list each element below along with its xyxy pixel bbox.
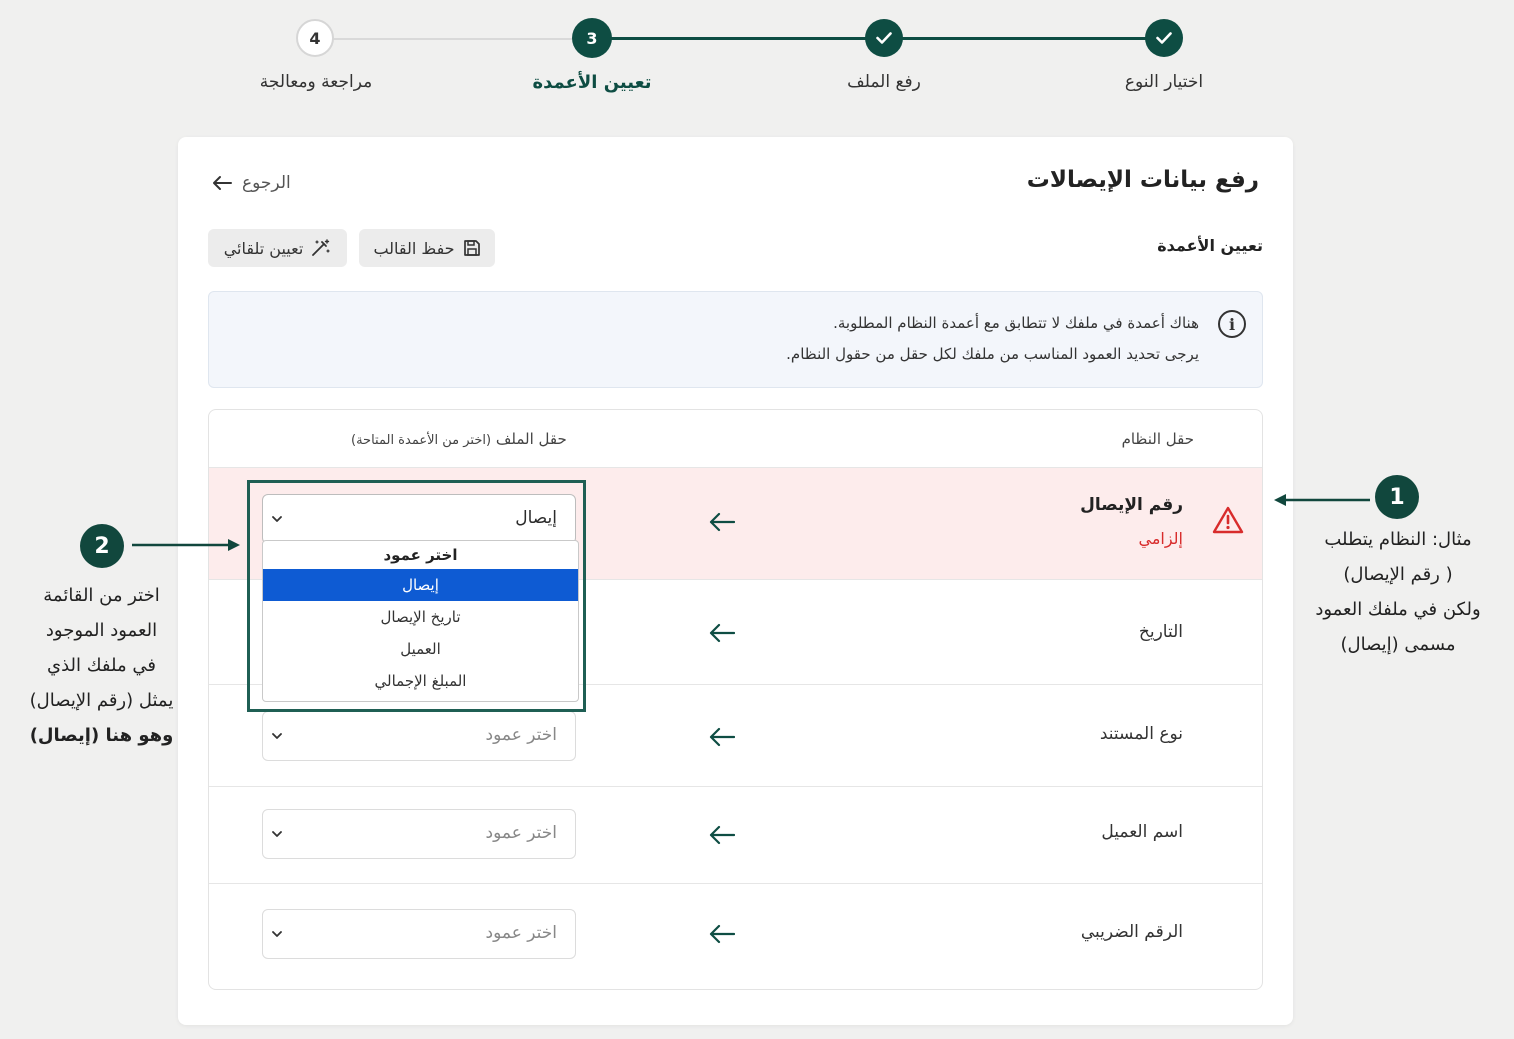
- save-template-label: حفظ القالب: [373, 238, 455, 258]
- system-field-label: نوع المستند: [1099, 724, 1183, 744]
- step-4-number: 4: [296, 19, 334, 57]
- step-1-check-icon: [1145, 19, 1183, 57]
- select-placeholder: اختر عمود: [485, 725, 557, 745]
- table-row: الرقم الضريبي اختر عمود: [209, 883, 1262, 989]
- info-line-1: هناك أعمدة في ملفك لا تتطابق مع أعمدة ال…: [833, 314, 1199, 332]
- step-2-label: رفع الملف: [847, 72, 921, 92]
- header-file-field: حقل الملف (اختر من الأعمدة المتاحة): [351, 430, 567, 448]
- system-field-label: اسم العميل: [1101, 822, 1183, 842]
- stepper-line-done: [884, 37, 1164, 40]
- step-3-number: 3: [572, 18, 612, 58]
- info-line-2: يرجى تحديد العمود المناسب من ملفك لكل حق…: [786, 345, 1199, 363]
- note-1-line: ولكن في ملفك العمود: [1315, 599, 1481, 620]
- step-2-check-icon: [865, 19, 903, 57]
- stepper-line-done: [592, 37, 884, 40]
- note-2-line: العمود الموجود: [45, 620, 158, 641]
- chevron-down-icon: [272, 931, 282, 937]
- note-1-line: مثال: النظام يتطلب: [1324, 529, 1472, 550]
- column-dropdown-list: اختر عمود إيصال تاريخ الإيصال العميل الم…: [262, 540, 579, 702]
- note-2-line: في ملفك الذي: [47, 655, 156, 676]
- dropdown-option-selected[interactable]: إيصال: [263, 569, 578, 601]
- note-1-line: ( رقم الإيصال): [1343, 564, 1453, 585]
- annotation-note-1: مثال: النظام يتطلب ( رقم الإيصال) ولكن ف…: [1298, 522, 1498, 662]
- column-select[interactable]: اختر عمود: [262, 909, 576, 959]
- info-banner: i هناك أعمدة في ملفك لا تتطابق مع أعمدة …: [208, 291, 1263, 388]
- table-row: اسم العميل اختر عمود: [209, 786, 1262, 884]
- note-2-line: يمثل (رقم الإيصال): [29, 690, 174, 711]
- arrow-left-icon: [709, 825, 735, 845]
- note-1-line: مسمى (إيصال): [1340, 634, 1456, 655]
- dropdown-option[interactable]: المبلغ الإجمالي: [263, 665, 578, 697]
- note-2-line: وهو هنا (إيصال): [29, 725, 174, 746]
- chevron-down-icon: [272, 831, 282, 837]
- back-label: الرجوع: [242, 173, 291, 193]
- system-field-label: الرقم الضريبي: [1080, 922, 1183, 942]
- select-placeholder: اختر عمود: [485, 823, 557, 843]
- section-title: تعيين الأعمدة: [1157, 236, 1263, 255]
- select-placeholder: اختر عمود: [485, 923, 557, 943]
- header-system-field: حقل النظام: [1121, 430, 1194, 448]
- step-4-label: مراجعة ومعالجة: [259, 72, 373, 92]
- arrow-left-icon: [709, 512, 735, 532]
- column-select[interactable]: اختر عمود: [262, 711, 576, 761]
- arrow-left-icon: [709, 623, 735, 643]
- annotation-arrow-icon: [1274, 494, 1370, 506]
- arrow-left-icon: [709, 924, 735, 944]
- dropdown-option[interactable]: العميل: [263, 633, 578, 665]
- annotation-arrow-icon: [132, 539, 240, 551]
- arrow-left-icon: [213, 176, 232, 190]
- save-template-button[interactable]: حفظ القالب: [359, 229, 495, 267]
- auto-map-button[interactable]: تعيين تلقائي: [208, 229, 347, 267]
- step-3-label: تعيين الأعمدة: [532, 72, 652, 93]
- required-label: إلزامي: [1138, 529, 1184, 548]
- warning-icon: [1212, 506, 1244, 534]
- system-field-label: رقم الإيصال: [1080, 495, 1183, 515]
- dropdown-option[interactable]: تاريخ الإيصال: [263, 601, 578, 633]
- header-file-label: حقل الملف: [495, 430, 567, 448]
- annotation-badge-2: 2: [80, 524, 124, 568]
- info-icon: i: [1218, 310, 1246, 338]
- magic-wand-icon: [312, 239, 330, 256]
- page-title: رفع بيانات الإيصالات: [1026, 167, 1259, 193]
- header-file-hint: (اختر من الأعمدة المتاحة): [351, 433, 492, 448]
- chevron-down-icon: [272, 733, 282, 739]
- system-field-label: التاريخ: [1138, 622, 1183, 642]
- annotation-note-2: اختر من القائمة العمود الموجود في ملفك ا…: [10, 578, 193, 753]
- back-link[interactable]: الرجوع: [212, 173, 291, 193]
- annotation-badge-1: 1: [1375, 475, 1419, 519]
- arrow-left-icon: [709, 727, 735, 747]
- auto-map-label: تعيين تلقائي: [223, 238, 304, 258]
- save-icon: [463, 240, 480, 256]
- dropdown-header[interactable]: اختر عمود: [263, 541, 578, 569]
- note-2-line: اختر من القائمة: [43, 585, 160, 606]
- column-select[interactable]: اختر عمود: [262, 809, 576, 859]
- stepper-line-pending: [316, 38, 592, 40]
- step-1-label: اختيار النوع: [1124, 72, 1204, 92]
